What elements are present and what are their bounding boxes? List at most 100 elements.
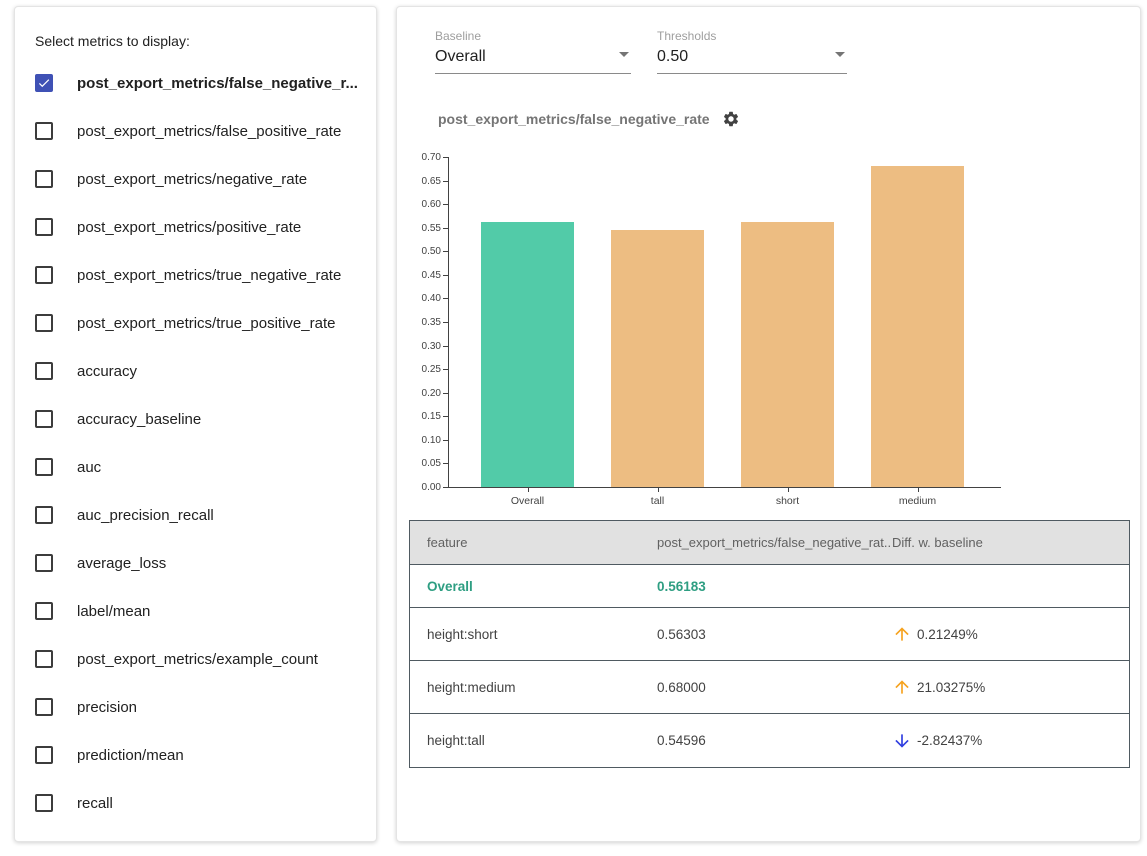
- metric-checkbox-item[interactable]: label/mean: [15, 587, 376, 635]
- diff-cell: -2.82437%: [892, 731, 1129, 751]
- arrow-up-icon: [892, 677, 912, 697]
- metric-checkbox-item[interactable]: post_export_metrics/false_positive_rate: [15, 107, 376, 155]
- y-axis-tick: [443, 346, 448, 347]
- y-axis-tick-label: 0.10: [397, 435, 441, 446]
- metric-checkbox-item[interactable]: accuracy: [15, 347, 376, 395]
- metric-checkbox-item[interactable]: post_export_metrics/negative_rate: [15, 155, 376, 203]
- feature-cell: Overall: [410, 579, 657, 594]
- checkbox-unchecked-icon[interactable]: [35, 554, 53, 572]
- x-axis-category-label: medium: [899, 495, 936, 507]
- dropdown-arrow-icon: [619, 52, 629, 57]
- y-axis-tick: [443, 251, 448, 252]
- metrics-table: featurepost_export_metrics/false_negativ…: [409, 520, 1130, 768]
- checkbox-unchecked-icon[interactable]: [35, 218, 53, 236]
- metric-checkbox-item[interactable]: average_loss: [15, 539, 376, 587]
- bar-short[interactable]: [741, 222, 834, 487]
- checkbox-unchecked-icon[interactable]: [35, 314, 53, 332]
- metric-value-cell: 0.56183: [657, 579, 892, 594]
- metric-label: post_export_metrics/positive_rate: [77, 219, 301, 236]
- metric-checkbox-item[interactable]: post_export_metrics/false_negative_r...: [15, 59, 376, 107]
- metric-select-panel: Select metrics to display: post_export_m…: [14, 6, 377, 842]
- metric-checkbox-item[interactable]: auc_precision_recall: [15, 491, 376, 539]
- metric-checkbox-item[interactable]: post_export_metrics/true_negative_rate: [15, 251, 376, 299]
- y-axis-tick-label: 0.50: [397, 246, 441, 257]
- diff-cell: 21.03275%: [892, 677, 1129, 697]
- checkbox-unchecked-icon[interactable]: [35, 266, 53, 284]
- bar-Overall[interactable]: [481, 222, 574, 487]
- y-axis-tick: [443, 463, 448, 464]
- metric-checkbox-item[interactable]: precision: [15, 683, 376, 731]
- metric-select-title: Select metrics to display:: [35, 33, 190, 49]
- checkbox-unchecked-icon[interactable]: [35, 602, 53, 620]
- checkbox-unchecked-icon[interactable]: [35, 794, 53, 812]
- y-axis-tick: [443, 369, 448, 370]
- metric-checkbox-item[interactable]: recall: [15, 779, 376, 827]
- table-header-cell: feature: [410, 535, 657, 550]
- metric-checkbox-item[interactable]: post_export_metrics/example_count: [15, 635, 376, 683]
- metric-label: post_export_metrics/true_positive_rate: [77, 315, 335, 332]
- y-axis-tick-label: 0.05: [397, 458, 441, 469]
- metric-checkbox-item[interactable]: post_export_metrics/true_positive_rate: [15, 299, 376, 347]
- metric-label: label/mean: [77, 603, 150, 620]
- checkbox-unchecked-icon[interactable]: [35, 362, 53, 380]
- x-axis-category-label: tall: [651, 495, 664, 507]
- checkbox-unchecked-icon[interactable]: [35, 650, 53, 668]
- metric-label: post_export_metrics/false_negative_r...: [77, 75, 358, 92]
- thresholds-select[interactable]: Thresholds 0.50: [657, 29, 847, 74]
- table-row[interactable]: height:medium0.6800021.03275%: [410, 661, 1129, 714]
- diff-value: 0.21249%: [917, 627, 978, 642]
- table-header-cell: post_export_metrics/false_negative_rat..…: [657, 535, 892, 550]
- y-axis-tick-label: 0.20: [397, 388, 441, 399]
- x-axis-tick: [658, 487, 659, 492]
- baseline-value: Overall: [435, 48, 486, 65]
- y-axis-tick-label: 0.70: [397, 152, 441, 163]
- y-axis-tick-label: 0.30: [397, 341, 441, 352]
- metric-label: auc_precision_recall: [77, 507, 214, 524]
- checkbox-unchecked-icon[interactable]: [35, 698, 53, 716]
- metric-list: post_export_metrics/false_negative_r...p…: [15, 59, 376, 827]
- chart-title: post_export_metrics/false_negative_rate: [438, 111, 710, 127]
- table-header-row: featurepost_export_metrics/false_negativ…: [410, 521, 1129, 565]
- baseline-select[interactable]: Baseline Overall: [435, 29, 631, 74]
- y-axis-tick: [443, 275, 448, 276]
- checkbox-unchecked-icon[interactable]: [35, 458, 53, 476]
- arrow-down-icon: [892, 731, 912, 751]
- y-axis-tick: [443, 322, 448, 323]
- bar-tall[interactable]: [611, 230, 704, 487]
- metric-checkbox-item[interactable]: post_export_metrics/positive_rate: [15, 203, 376, 251]
- checkbox-checked-icon[interactable]: [35, 74, 53, 92]
- y-axis-tick: [443, 416, 448, 417]
- metric-checkbox-item[interactable]: auc: [15, 443, 376, 491]
- metric-label: accuracy_baseline: [77, 411, 201, 428]
- checkbox-unchecked-icon[interactable]: [35, 170, 53, 188]
- checkbox-unchecked-icon[interactable]: [35, 506, 53, 524]
- metric-label: prediction/mean: [77, 747, 184, 764]
- gear-icon[interactable]: [722, 110, 740, 128]
- x-axis-tick: [788, 487, 789, 492]
- checkbox-unchecked-icon[interactable]: [35, 410, 53, 428]
- metric-label: post_export_metrics/true_negative_rate: [77, 267, 341, 284]
- metric-checkbox-item[interactable]: accuracy_baseline: [15, 395, 376, 443]
- diff-value: -2.82437%: [917, 733, 982, 748]
- y-axis-tick: [443, 181, 448, 182]
- y-axis-tick-label: 0.15: [397, 411, 441, 422]
- y-axis-tick: [443, 228, 448, 229]
- checkbox-unchecked-icon[interactable]: [35, 122, 53, 140]
- checkbox-unchecked-icon[interactable]: [35, 746, 53, 764]
- feature-cell: height:tall: [410, 733, 657, 748]
- y-axis-line: [448, 157, 449, 487]
- y-axis-tick-label: 0.00: [397, 482, 441, 493]
- table-row[interactable]: Overall0.56183: [410, 565, 1129, 608]
- check-icon: [37, 75, 51, 91]
- metric-checkbox-item[interactable]: prediction/mean: [15, 731, 376, 779]
- x-axis-category-label: short: [776, 495, 799, 507]
- bar-medium[interactable]: [871, 166, 964, 487]
- x-axis-tick: [528, 487, 529, 492]
- x-axis-line: [448, 487, 1001, 488]
- table-row[interactable]: height:short0.563030.21249%: [410, 608, 1129, 661]
- table-row[interactable]: height:tall0.54596-2.82437%: [410, 714, 1129, 767]
- metric-label: post_export_metrics/negative_rate: [77, 171, 307, 188]
- metric-label: accuracy: [77, 363, 137, 380]
- y-axis-tick: [443, 487, 448, 488]
- metric-label: recall: [77, 795, 113, 812]
